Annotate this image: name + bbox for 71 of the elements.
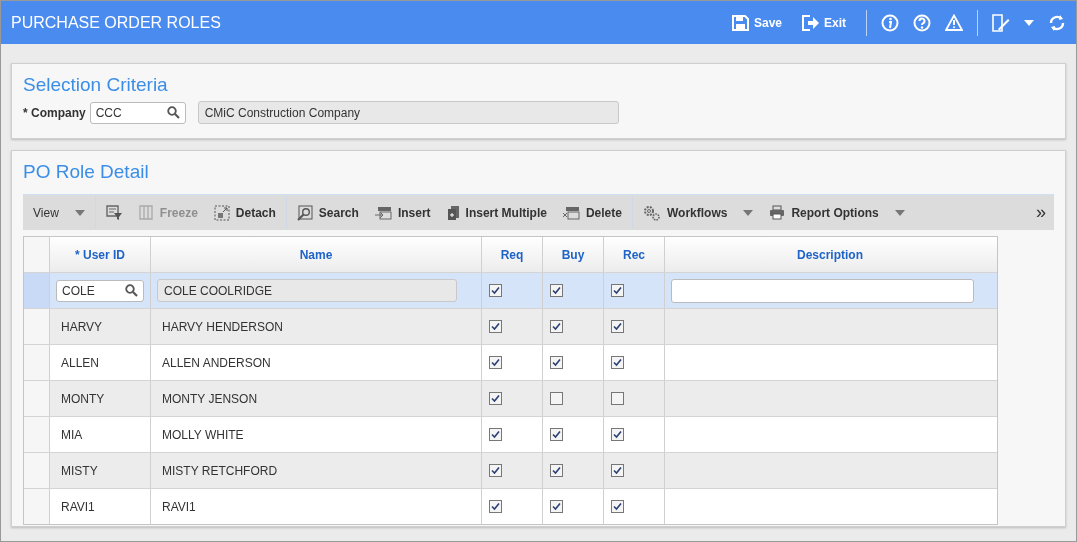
save-icon [731, 14, 749, 31]
columns-icon [137, 205, 154, 220]
table-row[interactable]: ALLEN ALLEN ANDERSON [24, 344, 997, 380]
checkbox[interactable] [550, 392, 563, 405]
caret-icon [743, 209, 754, 216]
description-field[interactable] [671, 278, 974, 303]
checkbox[interactable] [550, 356, 563, 369]
page-title: PURCHASE ORDER ROLES [11, 13, 222, 32]
company-label: * Company [23, 105, 86, 120]
checkbox[interactable] [550, 464, 563, 477]
section-title: PO Role Detail [23, 161, 150, 183]
more-button[interactable]: » [1028, 202, 1054, 223]
exit-icon [802, 14, 819, 31]
checkbox[interactable] [611, 428, 624, 441]
table-cell: RAVI1 [150, 489, 481, 524]
caret-icon [894, 209, 905, 216]
checkbox[interactable] [489, 320, 502, 333]
caret-icon[interactable] [1024, 19, 1034, 26]
gears-icon [642, 204, 661, 221]
toolbar-button[interactable]: View [33, 205, 93, 220]
checkbox[interactable] [550, 428, 563, 441]
warning-icon[interactable] [945, 14, 963, 31]
table-row[interactable]: HARVY HARVY HENDERSON [24, 308, 997, 344]
checkbox[interactable] [489, 464, 502, 477]
toolbar-button[interactable]: Detach [205, 204, 284, 221]
documents-icon [446, 204, 460, 221]
insert-row-icon [374, 205, 392, 220]
checkbox[interactable] [489, 392, 502, 405]
help-icon[interactable] [913, 13, 931, 32]
checkbox[interactable] [611, 320, 624, 333]
refresh-icon[interactable] [1048, 13, 1066, 32]
company-name-field: CMiC Construction Company [197, 101, 619, 124]
toolbar-button[interactable]: Search [288, 204, 367, 221]
search-icon[interactable] [125, 284, 138, 297]
table-row[interactable]: MONTY MONTY JENSON [24, 380, 997, 416]
row-header [24, 237, 49, 272]
checkbox[interactable] [611, 356, 624, 369]
user-id-field[interactable]: COLE [56, 279, 144, 302]
filter-icon [105, 205, 122, 220]
toolbar-button[interactable]: Report Options [761, 205, 913, 220]
checkbox[interactable] [489, 428, 502, 441]
name-field: COLE COOLRIDGE [157, 279, 457, 302]
company-field[interactable]: CCC [89, 101, 186, 124]
checkbox[interactable] [489, 284, 502, 297]
caret-icon [74, 209, 85, 216]
table-cell: RAVI1 [49, 489, 150, 524]
checkbox[interactable] [550, 284, 563, 297]
printer-icon [769, 205, 786, 220]
info-icon[interactable] [881, 13, 899, 32]
checkbox[interactable] [611, 500, 624, 513]
checkbox[interactable] [550, 320, 563, 333]
checkbox[interactable] [550, 500, 563, 513]
toolbar-button[interactable]: Insert Multiple [438, 204, 555, 221]
search-icon[interactable] [166, 106, 180, 119]
checkbox[interactable] [611, 284, 624, 297]
table-row[interactable]: MISTY MISTY RETCHFORD [24, 452, 997, 488]
delete-row-icon [562, 205, 580, 220]
detach-icon [213, 204, 230, 221]
search-icon [296, 204, 313, 221]
checkbox[interactable] [489, 500, 502, 513]
edit-icon[interactable] [992, 13, 1010, 32]
table-row[interactable]: COLE COLE COOLRIDGE [24, 272, 997, 308]
section-title: Selection Criteria [23, 74, 169, 96]
checkbox[interactable] [611, 392, 624, 405]
toolbar-button[interactable]: Workflows [634, 204, 762, 221]
checkbox[interactable] [611, 464, 624, 477]
checkbox[interactable] [489, 356, 502, 369]
table-row[interactable]: MIA MOLLY WHITE [24, 416, 997, 452]
toolbar-button[interactable]: Insert [366, 205, 439, 220]
table-row[interactable]: RAVI1 RAVI1 [24, 488, 997, 524]
toolbar-button[interactable]: Delete [554, 205, 630, 220]
